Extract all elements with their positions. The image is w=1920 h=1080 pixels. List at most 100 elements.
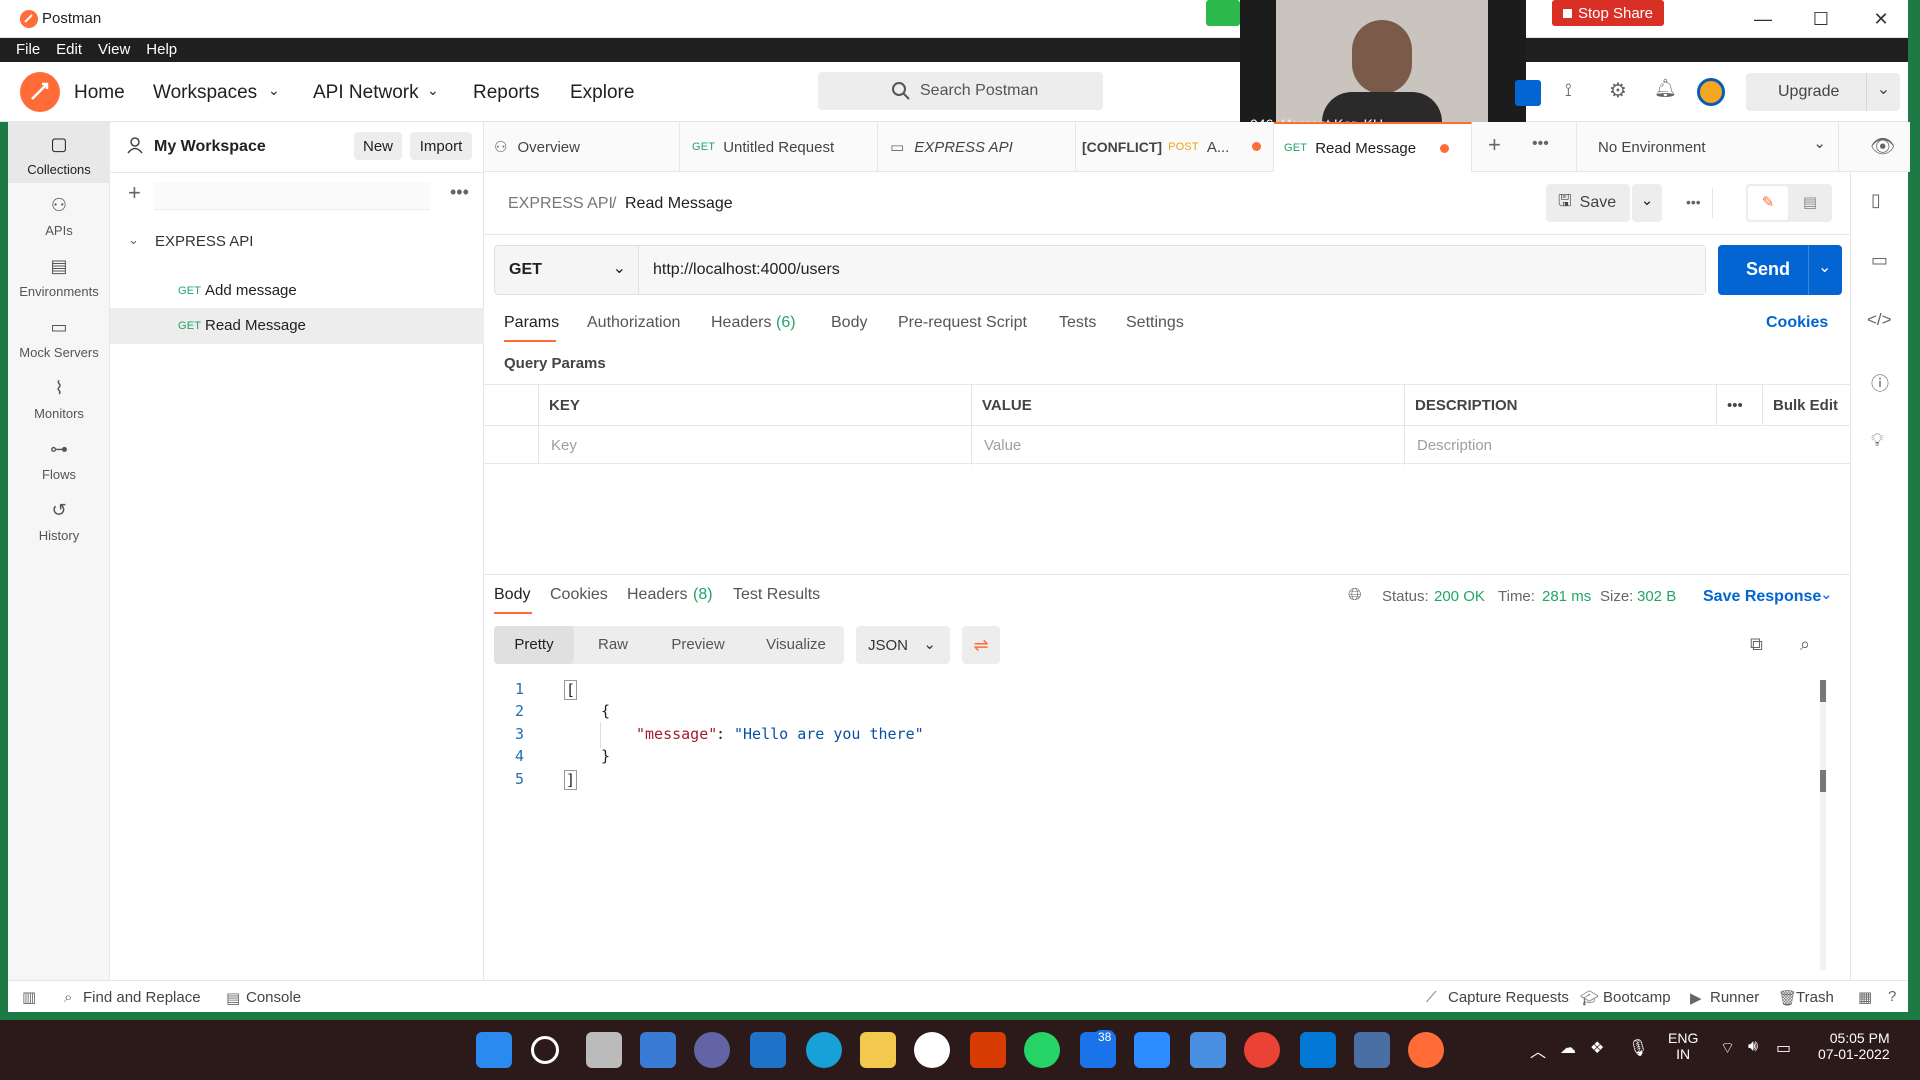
layout-icon[interactable]: ▦	[1858, 988, 1872, 1006]
view-preview[interactable]: Preview	[650, 626, 746, 664]
more-options-icon[interactable]: •••	[1686, 194, 1701, 210]
save-response-button[interactable]: Save Response	[1703, 588, 1821, 606]
cookies-link[interactable]: Cookies	[1766, 314, 1828, 332]
rail-item-apis[interactable]: ⚇ APIs	[8, 183, 110, 244]
tab-body[interactable]: Body	[831, 314, 867, 332]
language-indicator[interactable]: ENG IN	[1668, 1030, 1698, 1062]
nav-explore[interactable]: Explore	[570, 82, 634, 104]
lightbulb-icon[interactable]: 💡︎	[1871, 430, 1884, 451]
console-button[interactable]: Console	[246, 989, 301, 1006]
new-tab-icon[interactable]: +	[1488, 132, 1501, 158]
minimize-button[interactable]: —	[1740, 0, 1786, 38]
zoom-icon[interactable]	[1134, 1032, 1170, 1068]
vscode-icon[interactable]	[1300, 1032, 1336, 1068]
chevron-down-icon[interactable]: ⌄	[1820, 585, 1833, 603]
code-snippet-icon[interactable]: </>	[1867, 310, 1892, 330]
postman-taskbar-icon[interactable]	[1408, 1032, 1444, 1068]
response-tab-headers[interactable]: Headers	[627, 586, 687, 604]
chevron-down-icon[interactable]: ⌄	[1818, 257, 1831, 277]
menu-view[interactable]: View	[90, 38, 138, 58]
stop-share-button[interactable]: Stop Share	[1552, 0, 1664, 26]
table-more-icon[interactable]: •••	[1717, 385, 1763, 425]
new-button[interactable]: New	[354, 132, 402, 160]
capture-requests-button[interactable]: Capture Requests	[1448, 989, 1569, 1006]
save-dropdown[interactable]: ⌄	[1632, 184, 1662, 222]
office-icon[interactable]	[970, 1032, 1006, 1068]
url-input[interactable]: http://localhost:4000/users	[639, 246, 1705, 294]
search-input[interactable]: Search Postman	[818, 72, 1103, 110]
eye-icon[interactable]: 👁︎	[1870, 134, 1895, 159]
add-collection-icon[interactable]: +	[128, 180, 141, 206]
toggle-sidebar-icon[interactable]: ▥	[22, 988, 36, 1006]
rail-item-history[interactable]: ↺ History	[8, 488, 110, 549]
postman-home-logo-icon[interactable]	[20, 72, 60, 112]
menu-help[interactable]: Help	[138, 38, 185, 58]
import-button[interactable]: Import	[410, 132, 472, 160]
collection-name[interactable]: EXPRESS API	[155, 233, 253, 250]
trash-button[interactable]: Trash	[1796, 989, 1834, 1006]
nav-home[interactable]: Home	[74, 82, 125, 104]
breadcrumb-collection[interactable]: EXPRESS API	[508, 195, 613, 213]
chrome-icon[interactable]	[1244, 1032, 1280, 1068]
invite-button[interactable]	[1515, 80, 1541, 106]
search-icon[interactable]	[531, 1036, 559, 1064]
satellite-icon[interactable]: ⟟	[1565, 80, 1572, 101]
find-replace-button[interactable]: Find and Replace	[83, 989, 201, 1006]
tab-conflict[interactable]: [CONFLICT] POST A...	[1076, 122, 1274, 172]
widgets-icon[interactable]	[640, 1032, 676, 1068]
view-raw[interactable]: Raw	[578, 626, 648, 664]
comment-icon[interactable]: ▤	[1790, 186, 1830, 220]
microphone-icon[interactable]: 🎙︎	[1628, 1038, 1648, 1058]
tab-authorization[interactable]: Authorization	[587, 314, 680, 332]
response-tab-body[interactable]: Body	[494, 586, 530, 604]
chevron-down-icon[interactable]: ⌄	[1866, 73, 1900, 111]
send-button[interactable]: Send ⌄	[1718, 245, 1842, 295]
filter-input[interactable]	[154, 182, 430, 210]
tab-headers[interactable]: Headers	[711, 314, 771, 332]
tab-tests[interactable]: Tests	[1059, 314, 1096, 332]
tab-untitled-request[interactable]: GET Untitled Request	[680, 122, 878, 172]
battery-icon[interactable]: ▭	[1776, 1038, 1791, 1058]
scrollbar-thumb[interactable]	[1820, 680, 1826, 702]
response-tab-cookies[interactable]: Cookies	[550, 586, 608, 604]
copy-icon[interactable]: ⧉	[1750, 634, 1763, 655]
documentation-icon[interactable]: ▯	[1871, 190, 1881, 211]
chevron-up-icon[interactable]: ︿	[1530, 1038, 1546, 1062]
tab-read-message[interactable]: GET Read Message	[1274, 122, 1472, 172]
comments-icon[interactable]: ▭	[1871, 250, 1888, 271]
response-body-editor[interactable]: 1 2 3 4 5 [ { "message" : "Hello are you…	[484, 680, 1824, 970]
upgrade-button[interactable]: Upgrade ⌄	[1746, 73, 1900, 111]
chevron-down-icon[interactable]: ⌄	[128, 232, 139, 248]
onedrive-icon[interactable]: ☁	[1560, 1038, 1576, 1058]
tabs-more-icon[interactable]: •••	[1532, 135, 1549, 153]
tab-express-api[interactable]: ▭ EXPRESS API	[878, 122, 1076, 172]
scrollbar-thumb[interactable]	[1820, 770, 1826, 792]
search-response-icon[interactable]: ⌕	[1800, 634, 1810, 655]
info-icon[interactable]: ⓘ	[1871, 370, 1889, 396]
rail-item-flows[interactable]: ⊶ Flows	[8, 427, 110, 488]
pane-divider[interactable]	[484, 574, 1850, 575]
workspace-name[interactable]: My Workspace	[154, 138, 266, 156]
list-item-selected[interactable]: GET Read Message	[110, 308, 484, 344]
tab-pre-request-script[interactable]: Pre-request Script	[898, 314, 1027, 332]
more-options-icon[interactable]: •••	[450, 182, 469, 203]
nav-workspaces[interactable]: Workspaces	[153, 82, 257, 104]
windows-start-icon[interactable]	[476, 1032, 512, 1068]
list-item[interactable]: GET Add message	[110, 274, 484, 308]
avatar[interactable]	[1697, 78, 1725, 106]
menu-file[interactable]: File	[0, 38, 48, 58]
volume-icon[interactable]: 🔊︎	[1748, 1038, 1758, 1056]
app-icon[interactable]	[1354, 1032, 1390, 1068]
edge-browser-icon[interactable]	[806, 1032, 842, 1068]
help-icon[interactable]: ?	[1888, 988, 1896, 1005]
bulk-edit-button[interactable]: Bulk Edit	[1763, 385, 1850, 425]
nav-api-network[interactable]: API Network	[313, 82, 419, 104]
key-input[interactable]: Key	[539, 425, 972, 465]
github-icon[interactable]	[914, 1032, 950, 1068]
close-button[interactable]: ✕	[1858, 0, 1904, 38]
view-visualize[interactable]: Visualize	[748, 626, 844, 664]
value-input[interactable]: Value	[972, 425, 1405, 465]
rail-item-mock-servers[interactable]: ▭ Mock Servers	[8, 305, 110, 366]
runner-button[interactable]: Runner	[1710, 989, 1759, 1006]
wrap-lines-icon[interactable]: ⇌	[962, 626, 1000, 664]
